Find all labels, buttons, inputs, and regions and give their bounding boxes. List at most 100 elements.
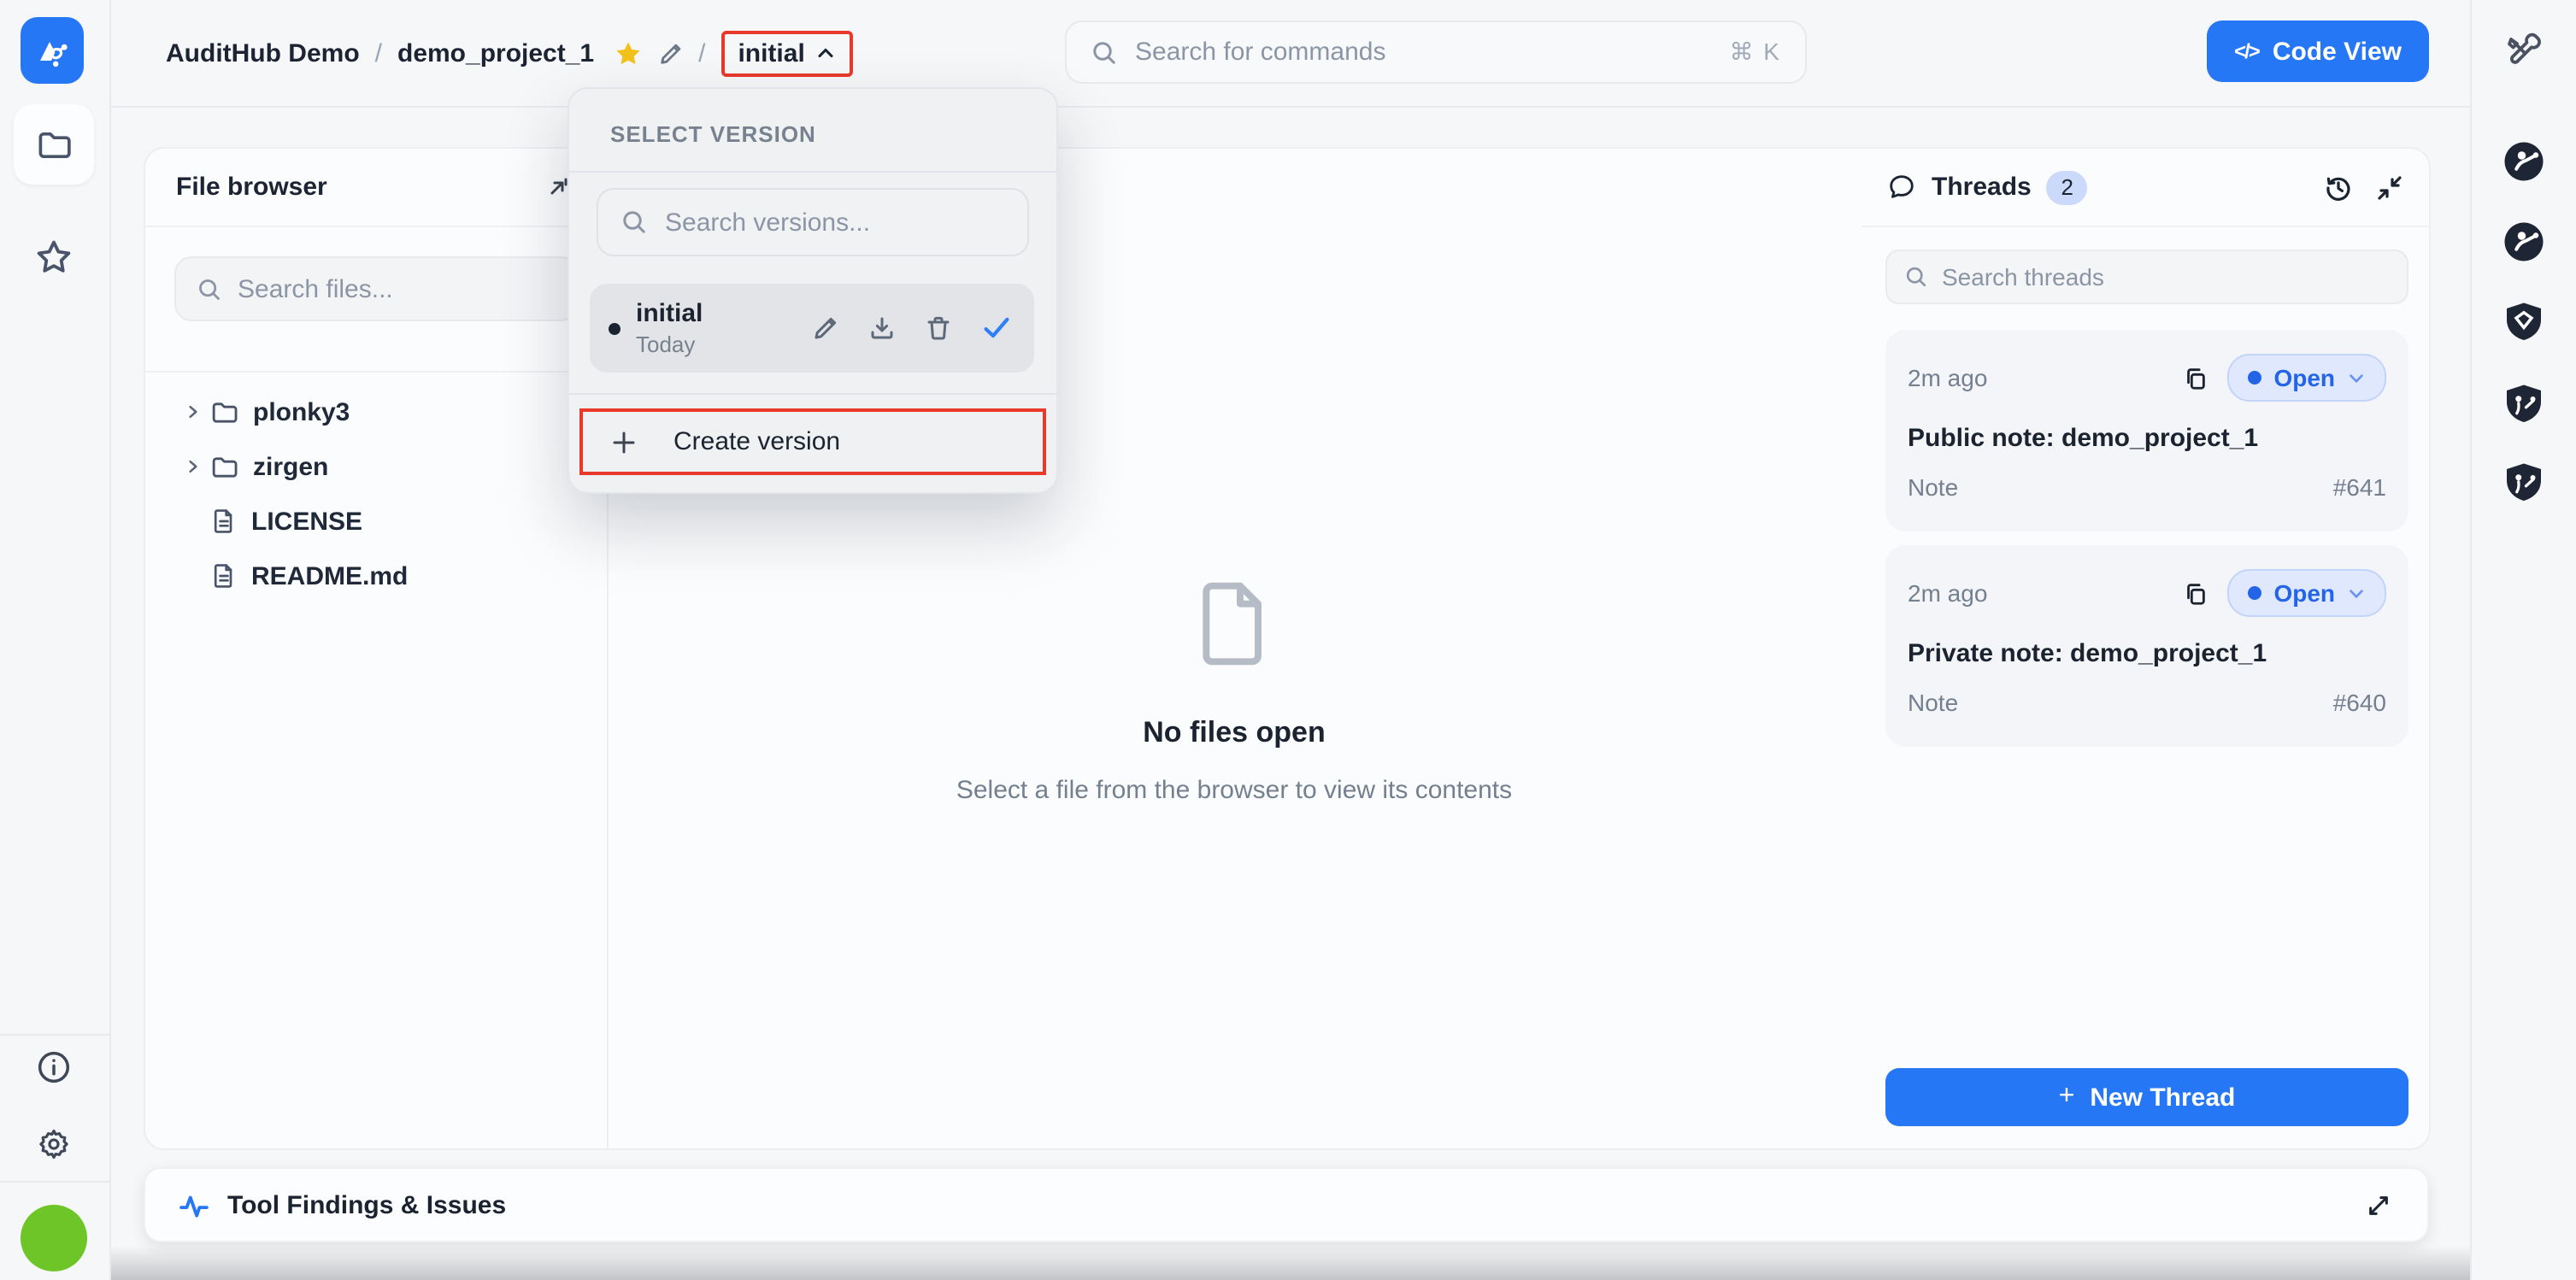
search-icon: [197, 276, 222, 302]
tree-item-label: README.md: [251, 561, 408, 590]
edit-pencil-icon[interactable]: [812, 314, 839, 342]
thread-card[interactable]: 2m ago Open Public note: demo_project_1 …: [1885, 330, 2408, 531]
file-search-input[interactable]: Search files...: [174, 256, 578, 321]
sidebar-divider: [0, 1034, 109, 1036]
copy-icon[interactable]: [2183, 365, 2208, 390]
version-name: initial: [636, 299, 812, 328]
activity-pulse-icon: [179, 1190, 209, 1219]
search-icon: [620, 208, 648, 236]
rename-pencil-icon[interactable]: [657, 40, 683, 66]
breadcrumb-separator: /: [698, 38, 705, 68]
expand-panel-icon[interactable]: [545, 175, 569, 199]
right-tool-rail: [2470, 0, 2576, 1280]
tree-item-file[interactable]: README.md: [145, 549, 607, 603]
tree-item-folder[interactable]: zirgen: [145, 439, 607, 494]
divider: [569, 393, 1056, 395]
version-date: Today: [636, 332, 812, 357]
breadcrumb-project[interactable]: demo_project_1: [397, 38, 594, 68]
chevron-up-icon: [815, 43, 836, 63]
file-browser-header: File browser: [145, 149, 607, 227]
thread-card[interactable]: 2m ago Open Private note: demo_project_1…: [1885, 545, 2408, 747]
audithub-logo-icon: [32, 30, 73, 71]
sidebar-divider: [0, 1181, 109, 1183]
code-icon: </>: [2234, 39, 2259, 63]
tool-logo-icon-2[interactable]: [2502, 220, 2545, 263]
folder-icon: [210, 452, 239, 481]
empty-state-title: No files open: [1143, 716, 1325, 750]
favorite-star-icon[interactable]: [613, 38, 642, 68]
breadcrumb-separator: /: [375, 38, 382, 68]
command-search-input[interactable]: Search for commands ⌘ K: [1065, 21, 1807, 84]
top-header: AuditHub Demo / demo_project_1 / initial…: [109, 0, 2472, 108]
thread-status-label: Open: [2273, 579, 2335, 607]
status-dot: [2248, 371, 2261, 385]
threads-header: Threads 2: [1861, 149, 2431, 227]
chevron-right-icon[interactable]: [185, 458, 202, 475]
create-version-button[interactable]: Create version: [579, 408, 1046, 475]
sidebar-item-files[interactable]: [14, 104, 94, 185]
tool-logo-icon-5[interactable]: [2502, 461, 2545, 504]
version-selector-chip[interactable]: initial: [720, 30, 852, 76]
threads-count-badge: 2: [2047, 170, 2088, 204]
threads-search-placeholder: Search threads: [1942, 263, 2104, 291]
search-icon: [1904, 265, 1928, 289]
version-label: initial: [738, 38, 804, 68]
chevron-right-icon[interactable]: [185, 403, 202, 420]
folder-icon: [35, 126, 73, 163]
thread-title: Private note: demo_project_1: [1908, 639, 2386, 668]
expand-diagonal-icon[interactable]: [2366, 1192, 2391, 1218]
history-icon[interactable]: [2325, 173, 2352, 201]
divider: [569, 171, 1056, 173]
star-icon: [34, 238, 74, 277]
thread-id: #641: [2333, 473, 2386, 501]
status-dot: [2248, 586, 2261, 600]
empty-file-icon: [1186, 576, 1282, 672]
thread-type: Note: [1908, 473, 2333, 501]
tool-logo-icon-4[interactable]: [2502, 383, 2545, 426]
thread-time: 2m ago: [1908, 579, 2183, 607]
sidebar-item-settings[interactable]: [36, 1126, 72, 1162]
user-avatar[interactable]: [21, 1205, 87, 1271]
tree-item-folder[interactable]: plonky3: [145, 385, 607, 439]
tool-findings-bar[interactable]: Tool Findings & Issues: [144, 1167, 2429, 1242]
version-search-input[interactable]: Search versions...: [597, 188, 1029, 256]
bottom-shadow: [0, 1246, 2576, 1280]
current-version-dot: [609, 322, 620, 334]
app-logo[interactable]: [21, 17, 84, 84]
tree-item-file[interactable]: LICENSE: [145, 494, 607, 549]
code-view-button[interactable]: </> Code View: [2207, 21, 2429, 82]
folder-icon: [210, 397, 239, 426]
chevron-down-icon: [2347, 368, 2366, 387]
file-search-placeholder: Search files...: [238, 274, 393, 303]
download-icon[interactable]: [868, 314, 896, 342]
copy-icon[interactable]: [2183, 580, 2208, 606]
threads-panel: Threads 2 Search threads: [1861, 149, 2431, 1148]
plus-icon: +: [2059, 1082, 2075, 1113]
tree-item-label: plonky3: [253, 397, 350, 426]
thread-status-dropdown[interactable]: Open: [2227, 354, 2386, 402]
thread-title: Public note: demo_project_1: [1908, 424, 2386, 453]
sidebar-item-favorites[interactable]: [34, 238, 74, 277]
sidebar-item-info[interactable]: [36, 1049, 72, 1085]
file-browser-panel: File browser Search files... plonky3: [145, 149, 609, 1148]
tool-logo-icon-1[interactable]: [2502, 140, 2545, 183]
trash-icon[interactable]: [925, 314, 952, 342]
collapse-panel-icon[interactable]: [2376, 173, 2403, 201]
tools-button[interactable]: [2502, 31, 2545, 73]
new-thread-button[interactable]: + New Thread: [1885, 1068, 2408, 1126]
version-dropdown-menu: SELECT VERSION Search versions... initia…: [568, 87, 1058, 494]
tree-item-label: zirgen: [253, 452, 328, 481]
threads-search-input[interactable]: Search threads: [1885, 250, 2408, 304]
info-icon: [36, 1049, 72, 1085]
new-thread-label: New Thread: [2090, 1083, 2235, 1112]
threads-title: Threads: [1932, 173, 2032, 202]
tool-findings-title: Tool Findings & Issues: [227, 1190, 2366, 1219]
tool-logo-icon-3[interactable]: [2502, 301, 2545, 343]
dropdown-title: SELECT VERSION: [610, 121, 1056, 147]
empty-state-subtitle: Select a file from the browser to view i…: [956, 776, 1512, 805]
breadcrumb: AuditHub Demo / demo_project_1 / initial: [166, 30, 853, 76]
version-row-selected[interactable]: initial Today: [590, 284, 1034, 373]
plus-icon: [610, 428, 638, 455]
thread-status-dropdown[interactable]: Open: [2227, 569, 2386, 617]
breadcrumb-app[interactable]: AuditHub Demo: [166, 38, 360, 68]
